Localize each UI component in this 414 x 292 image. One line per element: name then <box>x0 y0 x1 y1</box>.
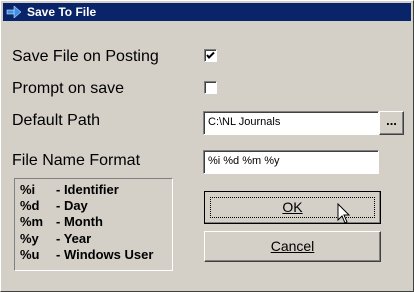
legend-item: %m - Month <box>20 214 172 230</box>
window-title: Save To File <box>27 5 97 19</box>
legend-meaning: - Day <box>56 198 88 214</box>
file-name-format-field[interactable]: %i %d %m %y <box>203 150 379 174</box>
legend-meaning: - Month <box>56 214 103 230</box>
prompt-on-save-checkbox[interactable] <box>204 81 217 94</box>
checkmark-icon <box>206 51 215 59</box>
prompt-on-save-label: Prompt on save <box>12 80 125 97</box>
legend-item: %u - Windows User <box>20 247 172 263</box>
legend-meaning: - Year <box>56 230 92 246</box>
format-legend: %i - Identifier %d - Day %m - Month %y -… <box>14 178 173 271</box>
save-on-posting-label: Save File on Posting <box>12 48 159 65</box>
save-on-posting-checkbox[interactable] <box>204 49 217 62</box>
legend-code: %y <box>20 230 39 246</box>
arrow-right-icon <box>6 5 22 19</box>
legend-code: %d <box>20 198 40 214</box>
legend-meaning: - Windows User <box>56 246 154 262</box>
legend-item: %d - Day <box>20 198 172 214</box>
browse-button-label: ... <box>386 113 397 128</box>
browse-button[interactable]: ... <box>379 111 404 135</box>
save-to-file-dialog: Save To File Save File on Posting Prompt… <box>0 0 414 292</box>
legend-meaning: - Identifier <box>56 182 119 197</box>
default-path-label: Default Path <box>12 112 101 129</box>
legend-code: %i <box>20 182 36 197</box>
ok-button[interactable]: OK <box>204 191 381 224</box>
title-bar: Save To File <box>3 3 411 21</box>
legend-item: %i - Identifier <box>20 182 172 198</box>
legend-code: %u <box>20 246 40 262</box>
cancel-button[interactable]: Cancel <box>204 231 381 262</box>
legend-item: %y - Year <box>20 231 172 247</box>
file-name-format-label: File Name Format <box>12 152 141 169</box>
legend-code: %m <box>20 214 44 230</box>
default-path-field[interactable]: C:\NL Journals <box>203 111 379 135</box>
cancel-button-label: Cancel <box>270 238 315 254</box>
mouse-pointer-icon <box>337 203 351 224</box>
